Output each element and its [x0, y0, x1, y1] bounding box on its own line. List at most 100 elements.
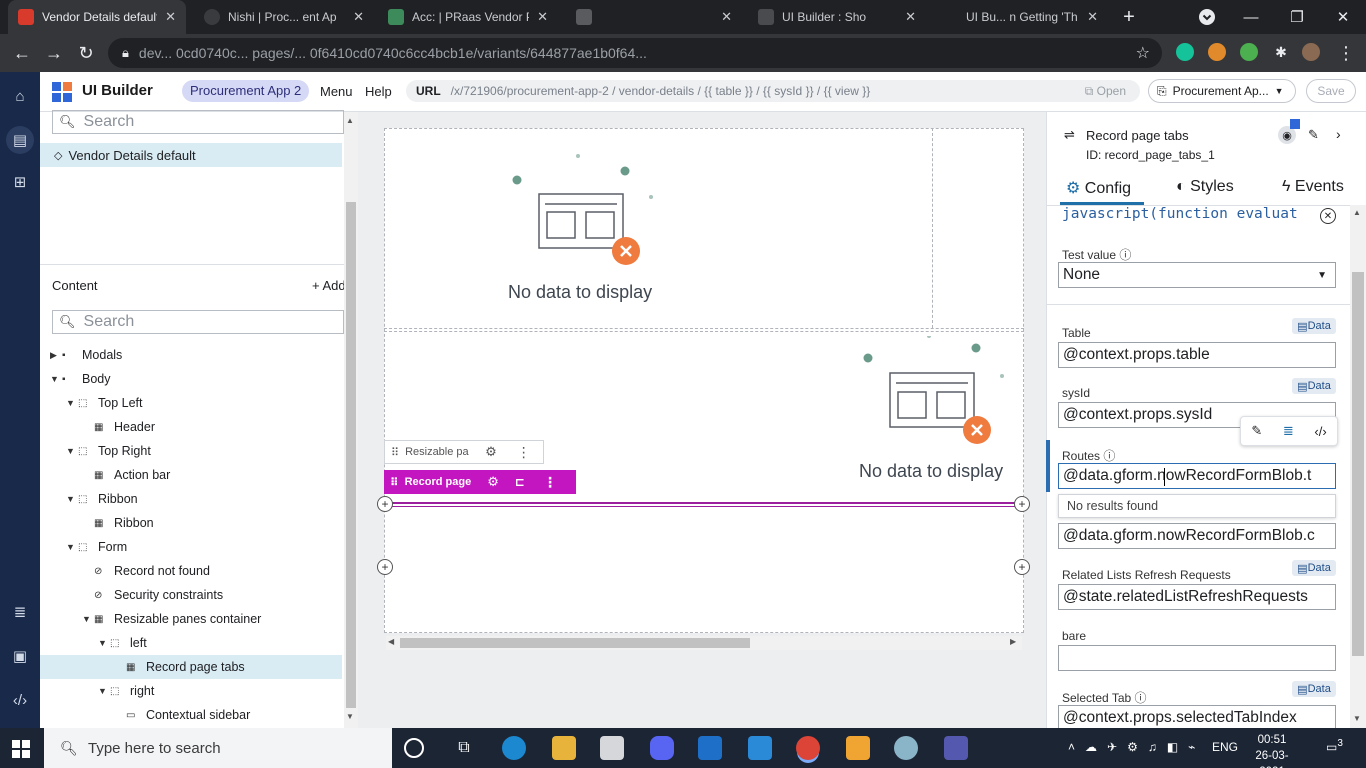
scrollbar-thumb[interactable]: [346, 202, 356, 708]
cortana-icon[interactable]: [404, 738, 424, 758]
extensions-puzzle-icon[interactable]: ✱: [1272, 43, 1290, 61]
edit-pencil-icon[interactable]: ✎: [1308, 127, 1319, 143]
scrollbar-thumb[interactable]: [1352, 272, 1364, 656]
caret-down-icon[interactable]: ▼: [66, 494, 78, 504]
data-binding-badge[interactable]: ▤ Data: [1292, 681, 1336, 697]
close-tab-icon[interactable]: ✕: [721, 9, 732, 25]
save-button[interactable]: Save: [1306, 79, 1356, 103]
database-icon[interactable]: ≣: [8, 600, 32, 624]
tree-item[interactable]: ⊘ Security constraints: [40, 583, 342, 607]
caret-down-icon[interactable]: ▼: [66, 398, 78, 408]
page-search-input[interactable]: 🔍︎ Search: [52, 110, 344, 134]
reload-icon[interactable]: ↻: [74, 41, 98, 65]
taskbar-search-input[interactable]: 🔍︎ Type here to search: [44, 728, 392, 768]
add-left-plus-icon[interactable]: +: [377, 496, 393, 512]
config-field-input[interactable]: @state.relatedListRefreshRequests: [1058, 584, 1336, 610]
content-search-input[interactable]: 🔍︎ Search: [52, 310, 344, 334]
back-arrow-icon[interactable]: ←: [10, 41, 34, 65]
tree-item[interactable]: ▼ ▪ Body: [40, 367, 342, 391]
open-link[interactable]: ⧉ Open: [1085, 84, 1126, 99]
tree-item[interactable]: ▼ ⬚ Top Left: [40, 391, 342, 415]
scroll-up-icon[interactable]: ▲: [346, 116, 354, 125]
vscode-icon[interactable]: [748, 736, 772, 760]
tab-search-icon[interactable]: [1184, 0, 1230, 34]
teams-icon[interactable]: [944, 736, 968, 760]
data-binding-badge[interactable]: ▤ Data: [1292, 378, 1336, 394]
caret-right-icon[interactable]: ▶: [50, 350, 62, 361]
scroll-right-icon[interactable]: ▶: [1010, 637, 1016, 646]
tree-item[interactable]: ▦ Ribbon: [40, 511, 342, 535]
database-icon[interactable]: ≣: [1283, 423, 1294, 439]
config-field-input[interactable]: [1058, 645, 1336, 671]
sublime-text-icon[interactable]: [846, 736, 870, 760]
language-indicator[interactable]: ENG: [1212, 740, 1238, 754]
discord-icon[interactable]: [650, 736, 674, 760]
tree-item[interactable]: ▼ ⬚ Top Right: [40, 439, 342, 463]
menu-button[interactable]: Menu: [320, 84, 353, 99]
page-icon[interactable]: ▤: [6, 126, 34, 154]
home-icon[interactable]: ⌂: [8, 84, 32, 108]
tab-events[interactable]: ϟ Events: [1282, 178, 1344, 196]
code-icon[interactable]: ‹/›: [1314, 424, 1326, 439]
tab-styles[interactable]: ◐ Styles: [1176, 178, 1234, 196]
new-tab-button[interactable]: +: [1106, 0, 1152, 34]
browser-tab[interactable]: UI Bu... n Getting 'Th ✕: [932, 0, 1108, 34]
caret-down-icon[interactable]: ▼: [82, 614, 94, 624]
task-view-icon[interactable]: ⧉: [452, 736, 476, 760]
add-content-button[interactable]: + Add: [312, 278, 346, 293]
forward-arrow-icon[interactable]: →: [42, 41, 66, 65]
tree-item[interactable]: ▦ Action bar: [40, 463, 342, 487]
windows-start-icon[interactable]: [12, 740, 30, 758]
caret-down-icon[interactable]: ▼: [50, 374, 62, 384]
app-name-pill[interactable]: Procurement App 2: [182, 80, 310, 102]
browser-tab[interactable]: ✕: [566, 0, 742, 34]
caret-down-icon[interactable]: ▼: [98, 638, 110, 648]
tree-item[interactable]: ▼ ⬚ right: [40, 679, 342, 703]
code-icon[interactable]: ‹/›: [8, 688, 32, 712]
extension-icon[interactable]: [1240, 43, 1258, 61]
add-left-plus-icon[interactable]: +: [377, 559, 393, 575]
tree-item[interactable]: ▦ Record page tabs: [40, 655, 342, 679]
close-tab-icon[interactable]: ✕: [165, 9, 176, 25]
data-binding-badge[interactable]: ▤ Data: [1292, 318, 1336, 334]
browser-tab-active[interactable]: Vendor Details default ✕: [8, 0, 186, 34]
page-url-bar[interactable]: URL /x/721906/procurement-app-2 / vendor…: [406, 80, 1140, 102]
drag-handle-icon[interactable]: ⠿: [391, 446, 399, 459]
clear-binding-icon[interactable]: ✕: [1320, 208, 1336, 224]
scroll-left-icon[interactable]: ◀: [388, 637, 394, 646]
profile-avatar[interactable]: [1302, 43, 1320, 61]
close-tab-icon[interactable]: ✕: [537, 9, 548, 25]
edge-browser-icon[interactable]: [502, 736, 526, 760]
browser-tab[interactable]: Acc: | PRaas Vendor P ✕: [378, 0, 558, 34]
add-right-plus-icon[interactable]: +: [1014, 496, 1030, 512]
add-right-plus-icon[interactable]: +: [1014, 559, 1030, 575]
grammarly-extension-icon[interactable]: [1176, 43, 1194, 61]
close-tab-icon[interactable]: ✕: [905, 9, 916, 25]
minimize-button[interactable]: —: [1228, 0, 1274, 34]
notifications-icon[interactable]: ▭3: [1326, 738, 1343, 754]
help-button[interactable]: Help: [365, 84, 392, 99]
browser-tab[interactable]: UI Builder : Sho ✕: [748, 0, 926, 34]
caret-down-icon[interactable]: ▼: [66, 542, 78, 552]
restore-button[interactable]: ❐: [1274, 0, 1320, 34]
caret-down-icon[interactable]: ▼: [98, 686, 110, 696]
edit-pencil-icon[interactable]: ✎: [1251, 423, 1262, 439]
media-icon[interactable]: ▣: [8, 644, 32, 668]
settings-sliders-icon[interactable]: ⚙: [485, 444, 497, 460]
script-binding-text[interactable]: javascript(function evaluat: [1062, 206, 1334, 226]
paint-icon[interactable]: [894, 736, 918, 760]
tree-item[interactable]: ▼ ⬚ left: [40, 631, 342, 655]
variant-tree-item[interactable]: ◇ Vendor Details default: [40, 143, 342, 167]
tree-item[interactable]: ▼ ▦ Resizable panes container: [40, 607, 342, 631]
more-options-icon[interactable]: ⋮: [543, 474, 557, 491]
record-page-tag[interactable]: ⠿ Record page ⚙ ⊏ ⋮: [384, 470, 576, 494]
bookmark-star-icon[interactable]: ☆: [1136, 43, 1150, 63]
test-value-select[interactable]: None ▼: [1058, 262, 1336, 288]
close-tab-icon[interactable]: ✕: [1087, 9, 1098, 25]
config-field-input[interactable]: @data.gform.nowRecordFormBlob.c: [1058, 523, 1336, 549]
microsoft-store-icon[interactable]: [600, 736, 624, 760]
chevron-right-icon[interactable]: ›: [1336, 126, 1341, 142]
tree-select-icon[interactable]: ⊏: [515, 475, 525, 489]
caret-down-icon[interactable]: ▼: [66, 446, 78, 456]
tree-item[interactable]: ▭ Contextual sidebar: [40, 703, 342, 727]
